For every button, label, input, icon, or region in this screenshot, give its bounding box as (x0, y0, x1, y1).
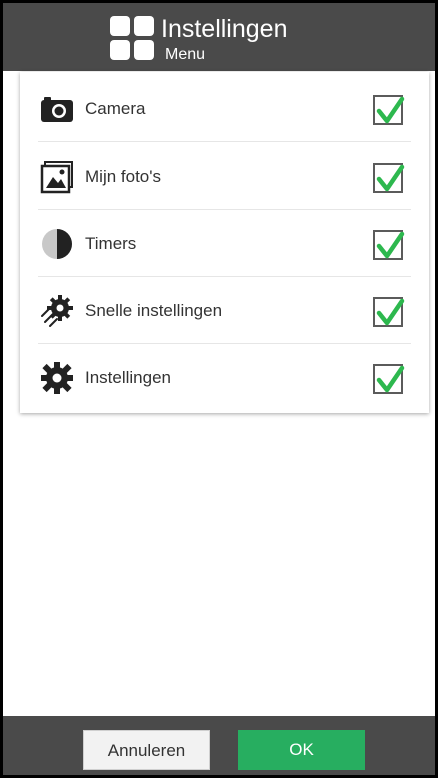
my-photos-checkbox[interactable] (373, 163, 405, 193)
menu-item-label: Instellingen (85, 368, 172, 387)
page-title: Instellingen (161, 15, 288, 43)
grid-icon (110, 16, 155, 61)
quick-settings-icon (40, 294, 74, 328)
footer-bar: Annuleren OK (3, 716, 435, 775)
menu-item-quick-settings[interactable]: Snelle instellingen (20, 277, 429, 344)
menu-item-my-photos[interactable]: Mijn foto's (20, 143, 429, 210)
photos-icon (40, 160, 74, 194)
cancel-button[interactable]: Annuleren (83, 730, 210, 770)
camera-icon (40, 92, 74, 126)
menu-item-camera[interactable]: Camera (20, 75, 429, 142)
menu-item-label: Snelle instellingen (85, 301, 223, 320)
menu-item-timers[interactable]: Timers (20, 210, 429, 277)
menu-item-settings[interactable]: Instellingen (20, 344, 429, 411)
ok-button[interactable]: OK (238, 730, 365, 770)
page-subtitle: Menu (165, 46, 206, 63)
header-bar: Instellingen Menu (3, 3, 435, 71)
device-frame: Instellingen Menu Camera Mijn foto's Tim… (0, 0, 438, 778)
menu-item-label: Timers (85, 234, 137, 253)
menu-card: Camera Mijn foto's Timers Snelle instell… (20, 72, 429, 413)
menu-item-label: Camera (85, 99, 146, 118)
divider (38, 141, 411, 142)
screen: Instellingen Menu Camera Mijn foto's Tim… (3, 3, 435, 775)
timer-icon (40, 227, 74, 261)
gear-icon (40, 361, 74, 395)
quick-settings-checkbox[interactable] (373, 297, 405, 327)
timers-checkbox[interactable] (373, 230, 405, 260)
settings-checkbox[interactable] (373, 364, 405, 394)
menu-item-label: Mijn foto's (85, 167, 161, 186)
camera-checkbox[interactable] (373, 95, 405, 125)
